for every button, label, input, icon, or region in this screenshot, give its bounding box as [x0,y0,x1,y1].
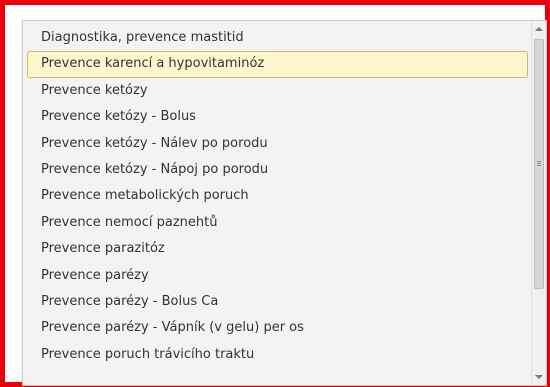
option-item[interactable]: Prevence metabolických poruch [27,183,528,209]
grip-line-icon [537,163,541,164]
option-item[interactable]: Prevence parézy - Vápník (v gelu) per os [27,315,528,341]
option-item[interactable]: Prevence ketózy - Bolus [27,104,528,130]
option-item[interactable]: Prevence parézy [27,263,528,289]
option-list: Diagnostika, prevence mastitid Prevence … [23,25,530,368]
option-item[interactable]: Diagnostika, prevence mastitid [27,25,528,51]
dropdown-list[interactable]: Diagnostika, prevence mastitid Prevence … [22,20,547,386]
option-item[interactable]: Prevence ketózy - Nálev po porodu [27,131,528,157]
scroll-up-arrow-icon[interactable] [535,27,543,31]
option-item[interactable]: Prevence ketózy - Nápoj po porodu [27,157,528,183]
grip-line-icon [537,165,541,166]
highlight-frame: Diagnostika, prevence mastitid Prevence … [0,0,550,387]
scrollbar-thumb[interactable] [534,39,544,289]
option-item[interactable]: Prevence parézy - Bolus Ca [27,289,528,315]
option-item[interactable]: Prevence poruch trávicího traktu [27,342,528,368]
scroll-down-arrow-icon[interactable] [535,375,543,379]
grip-line-icon [537,161,541,162]
option-item-selected[interactable]: Prevence karencí a hypovitaminóz [27,51,528,78]
option-item[interactable]: Prevence ketózy [27,78,528,104]
vertical-scrollbar[interactable] [531,21,546,385]
option-item[interactable]: Prevence parazitóz [27,236,528,262]
option-item[interactable]: Prevence nemocí paznehtů [27,210,528,236]
